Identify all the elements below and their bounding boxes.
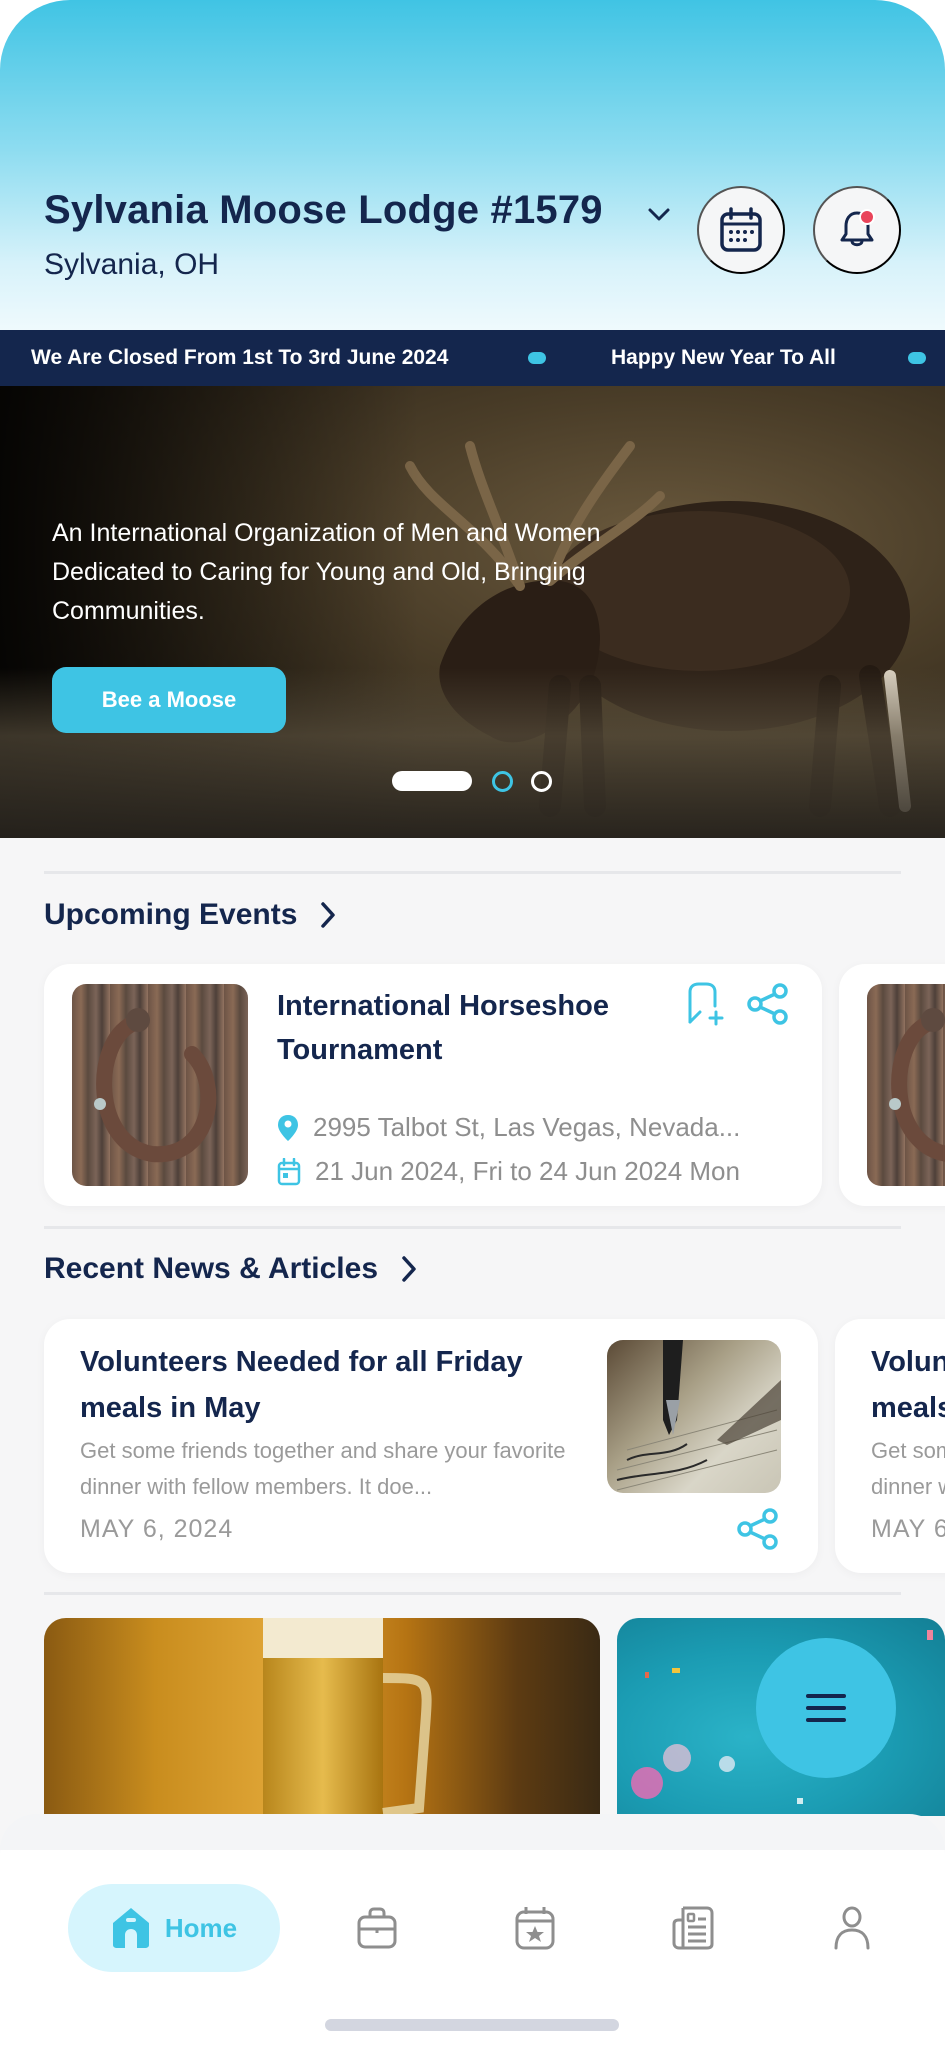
home-indicator[interactable] (325, 2019, 619, 2031)
carousel-dot[interactable] (531, 770, 552, 792)
ticker-item: We Are Closed From 1st To 3rd June 2024 (31, 346, 449, 369)
menu-icon (806, 1694, 846, 1722)
nav-item-profile[interactable] (828, 1904, 876, 1952)
calendar-small-icon (277, 1157, 301, 1185)
beer-mug-image (263, 1618, 432, 1816)
event-actions (684, 982, 790, 1026)
event-image (867, 984, 945, 1186)
hero-tagline: An International Organization of Men and… (52, 519, 601, 625)
share-icon[interactable] (746, 982, 790, 1026)
news-description: Get some friends together and share your… (871, 1438, 945, 1499)
lodge-name[interactable]: Sylvania Moose Lodge #1579 (44, 188, 603, 233)
event-title[interactable]: International Horseshoe Tournament (277, 984, 657, 1072)
announcement-ticker[interactable]: We Are Closed From 1st To 3rd June 2024 … (0, 330, 945, 386)
upcoming-events-header[interactable]: Upcoming Events (44, 898, 337, 932)
user-icon (834, 1906, 870, 1950)
news-card[interactable]: Volunteers Needed for all Friday meals i… (44, 1319, 818, 1573)
share-icon[interactable] (736, 1507, 780, 1551)
news-date: MAY 6, 2024 (80, 1515, 234, 1543)
nav-item-jobs[interactable] (353, 1904, 401, 1952)
fountain-pen-image (616, 1340, 781, 1491)
event-card[interactable]: International Horseshoe Tournament 2995 … (44, 964, 822, 1206)
chevron-right-icon[interactable] (319, 900, 337, 930)
nav-item-events[interactable] (511, 1904, 559, 1952)
carousel-indicators (392, 770, 570, 792)
carousel-dot-active[interactable] (392, 771, 472, 791)
news-card[interactable]: Volunteers Needed for all Friday meals i… (835, 1319, 945, 1573)
promo-card-beer[interactable] (44, 1618, 600, 1816)
ticker-separator (528, 352, 546, 364)
calendar-icon (720, 207, 762, 252)
home-icon (112, 1908, 149, 1948)
nav-item-news[interactable] (669, 1904, 717, 1952)
calendar-star-icon (515, 1907, 555, 1950)
recent-news-title: Recent News & Articles (44, 1252, 379, 1285)
news-date: MAY 6, 2024 (871, 1515, 945, 1543)
carousel-dot[interactable] (492, 770, 513, 792)
location-pin-icon (278, 1114, 298, 1141)
ticker-item: Happy New Year To All (611, 346, 836, 369)
event-card[interactable] (839, 964, 945, 1206)
nav-item-home[interactable]: Home (68, 1884, 280, 1972)
divider (44, 1226, 901, 1229)
event-address: 2995 Talbot St, Las Vegas, Nevada... (277, 1112, 740, 1143)
news-title[interactable]: Volunteers Needed for all Friday meals i… (80, 1339, 600, 1431)
ticker-separator (908, 352, 926, 364)
header: Sylvania Moose Lodge #1579 Sylvania, OH (0, 0, 945, 330)
horseshoe-image (94, 1008, 217, 1163)
news-image (607, 1340, 781, 1493)
bell-icon (840, 209, 875, 247)
briefcase-icon (357, 1907, 397, 1949)
news-title[interactable]: Volunteers Needed for all Friday meals i… (871, 1339, 945, 1431)
notifications-button[interactable] (813, 186, 901, 274)
upcoming-events-title: Upcoming Events (44, 898, 298, 931)
event-dates: 21 Jun 2024, Fri to 24 Jun 2024 Mon (277, 1156, 740, 1187)
chevron-down-icon[interactable] (644, 200, 674, 230)
hero-carousel[interactable]: An International Organization of Men and… (0, 386, 945, 838)
bee-a-moose-button[interactable]: Bee a Moose (52, 667, 286, 733)
newspaper-icon (672, 1906, 714, 1950)
menu-fab[interactable] (756, 1638, 896, 1778)
horseshoe-image (889, 1008, 945, 1162)
news-description: Get some friends together and share your… (80, 1438, 566, 1499)
bookmark-add-icon[interactable] (684, 982, 726, 1026)
bottom-nav-edge (0, 1814, 945, 1850)
divider (44, 1592, 901, 1595)
notification-badge (861, 211, 873, 223)
recent-news-header[interactable]: Recent News & Articles (44, 1252, 418, 1286)
nav-label-home: Home (164, 1912, 238, 1943)
event-image (72, 984, 248, 1186)
calendar-button[interactable] (697, 186, 785, 274)
home-screen: Sylvania Moose Lodge #1579 Sylvania, OH (0, 0, 945, 2048)
chevron-right-icon[interactable] (400, 1254, 418, 1284)
lodge-location: Sylvania, OH (44, 248, 220, 281)
divider (44, 871, 901, 874)
